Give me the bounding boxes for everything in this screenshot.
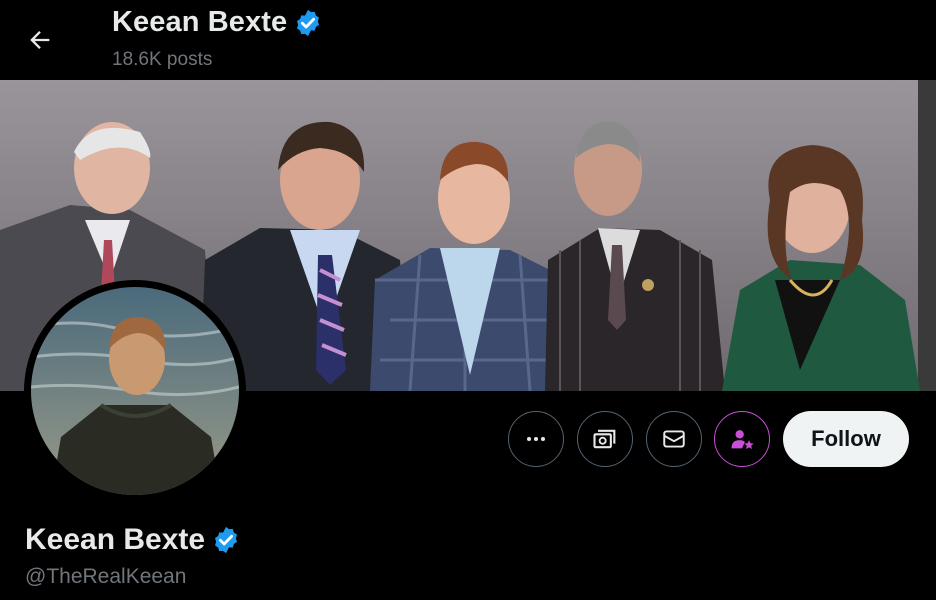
profile-display-name: Keean Bexte xyxy=(25,523,206,556)
header-display-name: Keean Bexte xyxy=(112,6,288,38)
header-name-row: Keean Bexte xyxy=(112,6,323,39)
post-count: 18.6K posts xyxy=(112,49,213,70)
more-button[interactable] xyxy=(508,411,564,467)
profile-avatar[interactable] xyxy=(24,280,246,502)
more-horizontal-icon xyxy=(527,437,545,441)
profile-handle: @TheRealKeean xyxy=(25,565,187,588)
profile-header-bar: Keean Bexte 18.6K posts xyxy=(0,0,936,80)
message-button[interactable] xyxy=(646,411,702,467)
envelope-icon xyxy=(663,430,685,448)
follow-button[interactable]: Follow xyxy=(783,411,909,467)
profile-name-row: Keean Bexte xyxy=(25,523,241,557)
subscribe-button[interactable] xyxy=(577,411,633,467)
person-star-icon xyxy=(731,430,754,450)
verified-badge-icon xyxy=(215,526,238,554)
arrow-left-icon xyxy=(30,31,50,49)
verified-badge-icon xyxy=(297,9,320,36)
back-button[interactable] xyxy=(22,22,58,58)
subscriptions-icon xyxy=(593,429,616,449)
notify-button[interactable] xyxy=(714,411,770,467)
avatar-photo xyxy=(31,287,239,495)
